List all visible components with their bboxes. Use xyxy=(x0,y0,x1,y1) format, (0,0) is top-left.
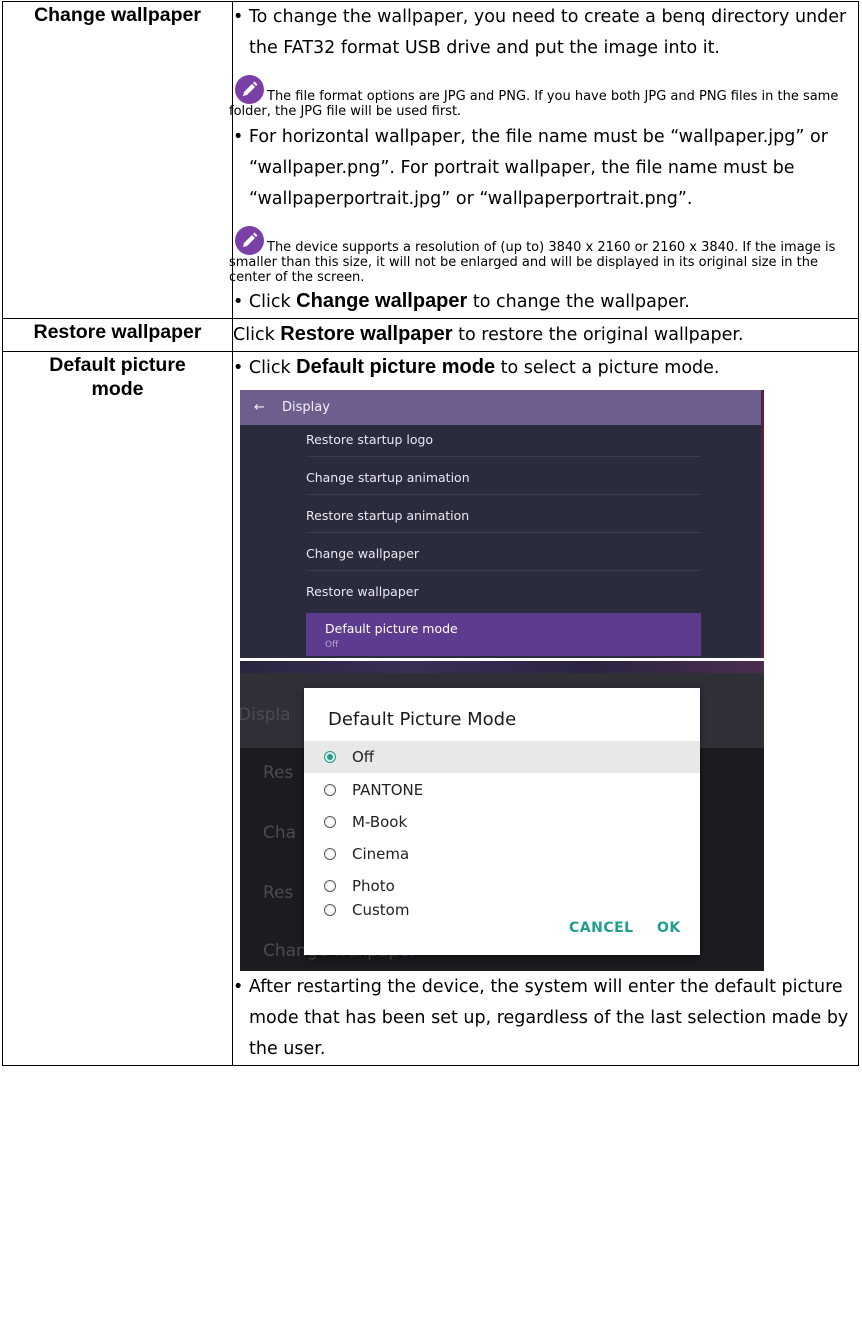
option-cinema[interactable]: Cinema xyxy=(304,838,700,870)
row-content-cell: Click Restore wallpaper to restore the o… xyxy=(232,318,859,352)
menu-divider xyxy=(306,570,701,571)
row-label: Restore wallpaper xyxy=(33,321,202,343)
option-custom[interactable]: Custom xyxy=(304,901,700,922)
radio-icon[interactable] xyxy=(324,880,336,892)
background-text: Res xyxy=(263,883,294,903)
radio-icon[interactable] xyxy=(324,784,336,796)
pencil-icon xyxy=(235,226,264,255)
text-run: to change the wallpaper. xyxy=(467,292,690,312)
option-m-book[interactable]: M-Book xyxy=(304,806,700,838)
display-header: ← Display xyxy=(240,390,764,425)
settings-table: Change wallpaper • To change the wallpap… xyxy=(2,1,859,1066)
arrow-left-icon[interactable]: ← xyxy=(254,390,265,425)
note: The file format options are JPG and PNG.… xyxy=(229,75,858,119)
bold-term: Default picture mode xyxy=(296,356,496,378)
text-run: Click xyxy=(233,325,281,345)
row-label-cell: Restore wallpaper xyxy=(2,318,233,352)
radio-icon[interactable] xyxy=(324,816,336,828)
selected-item-value: Off xyxy=(325,640,339,650)
text-run: to restore the original wallpaper. xyxy=(452,325,744,345)
menu-item-restore-startup-logo[interactable]: Restore startup logo xyxy=(306,432,433,447)
background-text: Res xyxy=(263,763,294,783)
bullet-text: • For horizontal wallpaper, the file nam… xyxy=(233,127,828,209)
bullet-text: • After restarting the device, the syste… xyxy=(233,977,849,1059)
display-menu-screenshot: ← Display Restore startup logo Change st… xyxy=(240,390,764,658)
option-label: M-Book xyxy=(352,813,408,831)
note-text: The file format options are JPG and PNG.… xyxy=(229,89,839,119)
row-default-picture-mode: Default picture mode • Click Default pic… xyxy=(2,351,859,1066)
row-label-cell: Default picture mode xyxy=(2,351,233,1066)
dialog-title: Default Picture Mode xyxy=(328,709,517,730)
row-restore-wallpaper: Restore wallpaper Click Restore wallpape… xyxy=(2,318,859,352)
menu-item-change-startup-animation[interactable]: Change startup animation xyxy=(306,470,470,485)
note: The device supports a resolution of (up … xyxy=(229,226,858,285)
pencil-icon xyxy=(235,75,264,104)
menu-item-change-wallpaper[interactable]: Change wallpaper xyxy=(306,546,419,561)
row-content-cell: • To change the wallpaper, you need to c… xyxy=(229,1,859,319)
row-content-cell: • Click Default picture mode to select a… xyxy=(232,351,859,1066)
bold-term: Restore wallpaper xyxy=(280,323,453,345)
ok-button[interactable]: OK xyxy=(657,920,681,936)
option-label: PANTONE xyxy=(352,781,424,799)
note-text: The device supports a resolution of (up … xyxy=(229,240,836,285)
option-photo[interactable]: Photo xyxy=(304,870,700,902)
bullet-text: • Click Default picture mode to select a… xyxy=(233,352,858,384)
picture-mode-dialog-screenshot: Displa Res Cha Res Change wallpaper Defa… xyxy=(240,661,764,971)
text-run: • Click xyxy=(233,292,297,312)
menu-divider xyxy=(306,532,701,533)
menu-divider xyxy=(306,456,701,457)
bullet-text: • Click Change wallpaper to change the w… xyxy=(233,286,858,318)
picture-mode-dialog: Default Picture Mode Off PANTONE M-Book xyxy=(304,688,700,955)
row-change-wallpaper: Change wallpaper • To change the wallpap… xyxy=(2,1,859,319)
option-label: Custom xyxy=(352,901,410,919)
radio-selected-icon[interactable] xyxy=(324,751,336,763)
text-run: to select a picture mode. xyxy=(495,358,720,378)
row-label: Default picture mode xyxy=(49,354,186,400)
menu-item-restore-wallpaper[interactable]: Restore wallpaper xyxy=(306,584,419,599)
text-run: • Click xyxy=(233,358,297,378)
row-label: Change wallpaper xyxy=(34,4,201,26)
menu-item-default-picture-mode[interactable]: Default picture mode Off xyxy=(306,613,701,656)
selected-item-title: Default picture mode xyxy=(325,621,458,636)
option-off[interactable]: Off xyxy=(304,741,700,773)
bullet-text: • To change the wallpaper, you need to c… xyxy=(233,7,847,58)
menu-item-restore-startup-animation[interactable]: Restore startup animation xyxy=(306,508,469,523)
background-text: Displa xyxy=(240,705,291,725)
option-label: Off xyxy=(352,748,375,766)
row-label-cell: Change wallpaper xyxy=(2,1,233,319)
display-title: Display xyxy=(282,400,330,415)
wallpaper-band xyxy=(240,661,764,673)
wallpaper-edge xyxy=(761,390,764,658)
option-pantone[interactable]: PANTONE xyxy=(304,774,700,806)
body-text: Click Restore wallpaper to restore the o… xyxy=(233,319,858,351)
radio-icon[interactable] xyxy=(324,904,336,916)
radio-icon[interactable] xyxy=(324,848,336,860)
option-label: Cinema xyxy=(352,845,410,863)
cancel-button[interactable]: CANCEL xyxy=(569,920,634,936)
option-label: Photo xyxy=(352,877,395,895)
background-text: Cha xyxy=(263,823,297,843)
bold-term: Change wallpaper xyxy=(296,290,468,312)
menu-divider xyxy=(306,494,701,495)
